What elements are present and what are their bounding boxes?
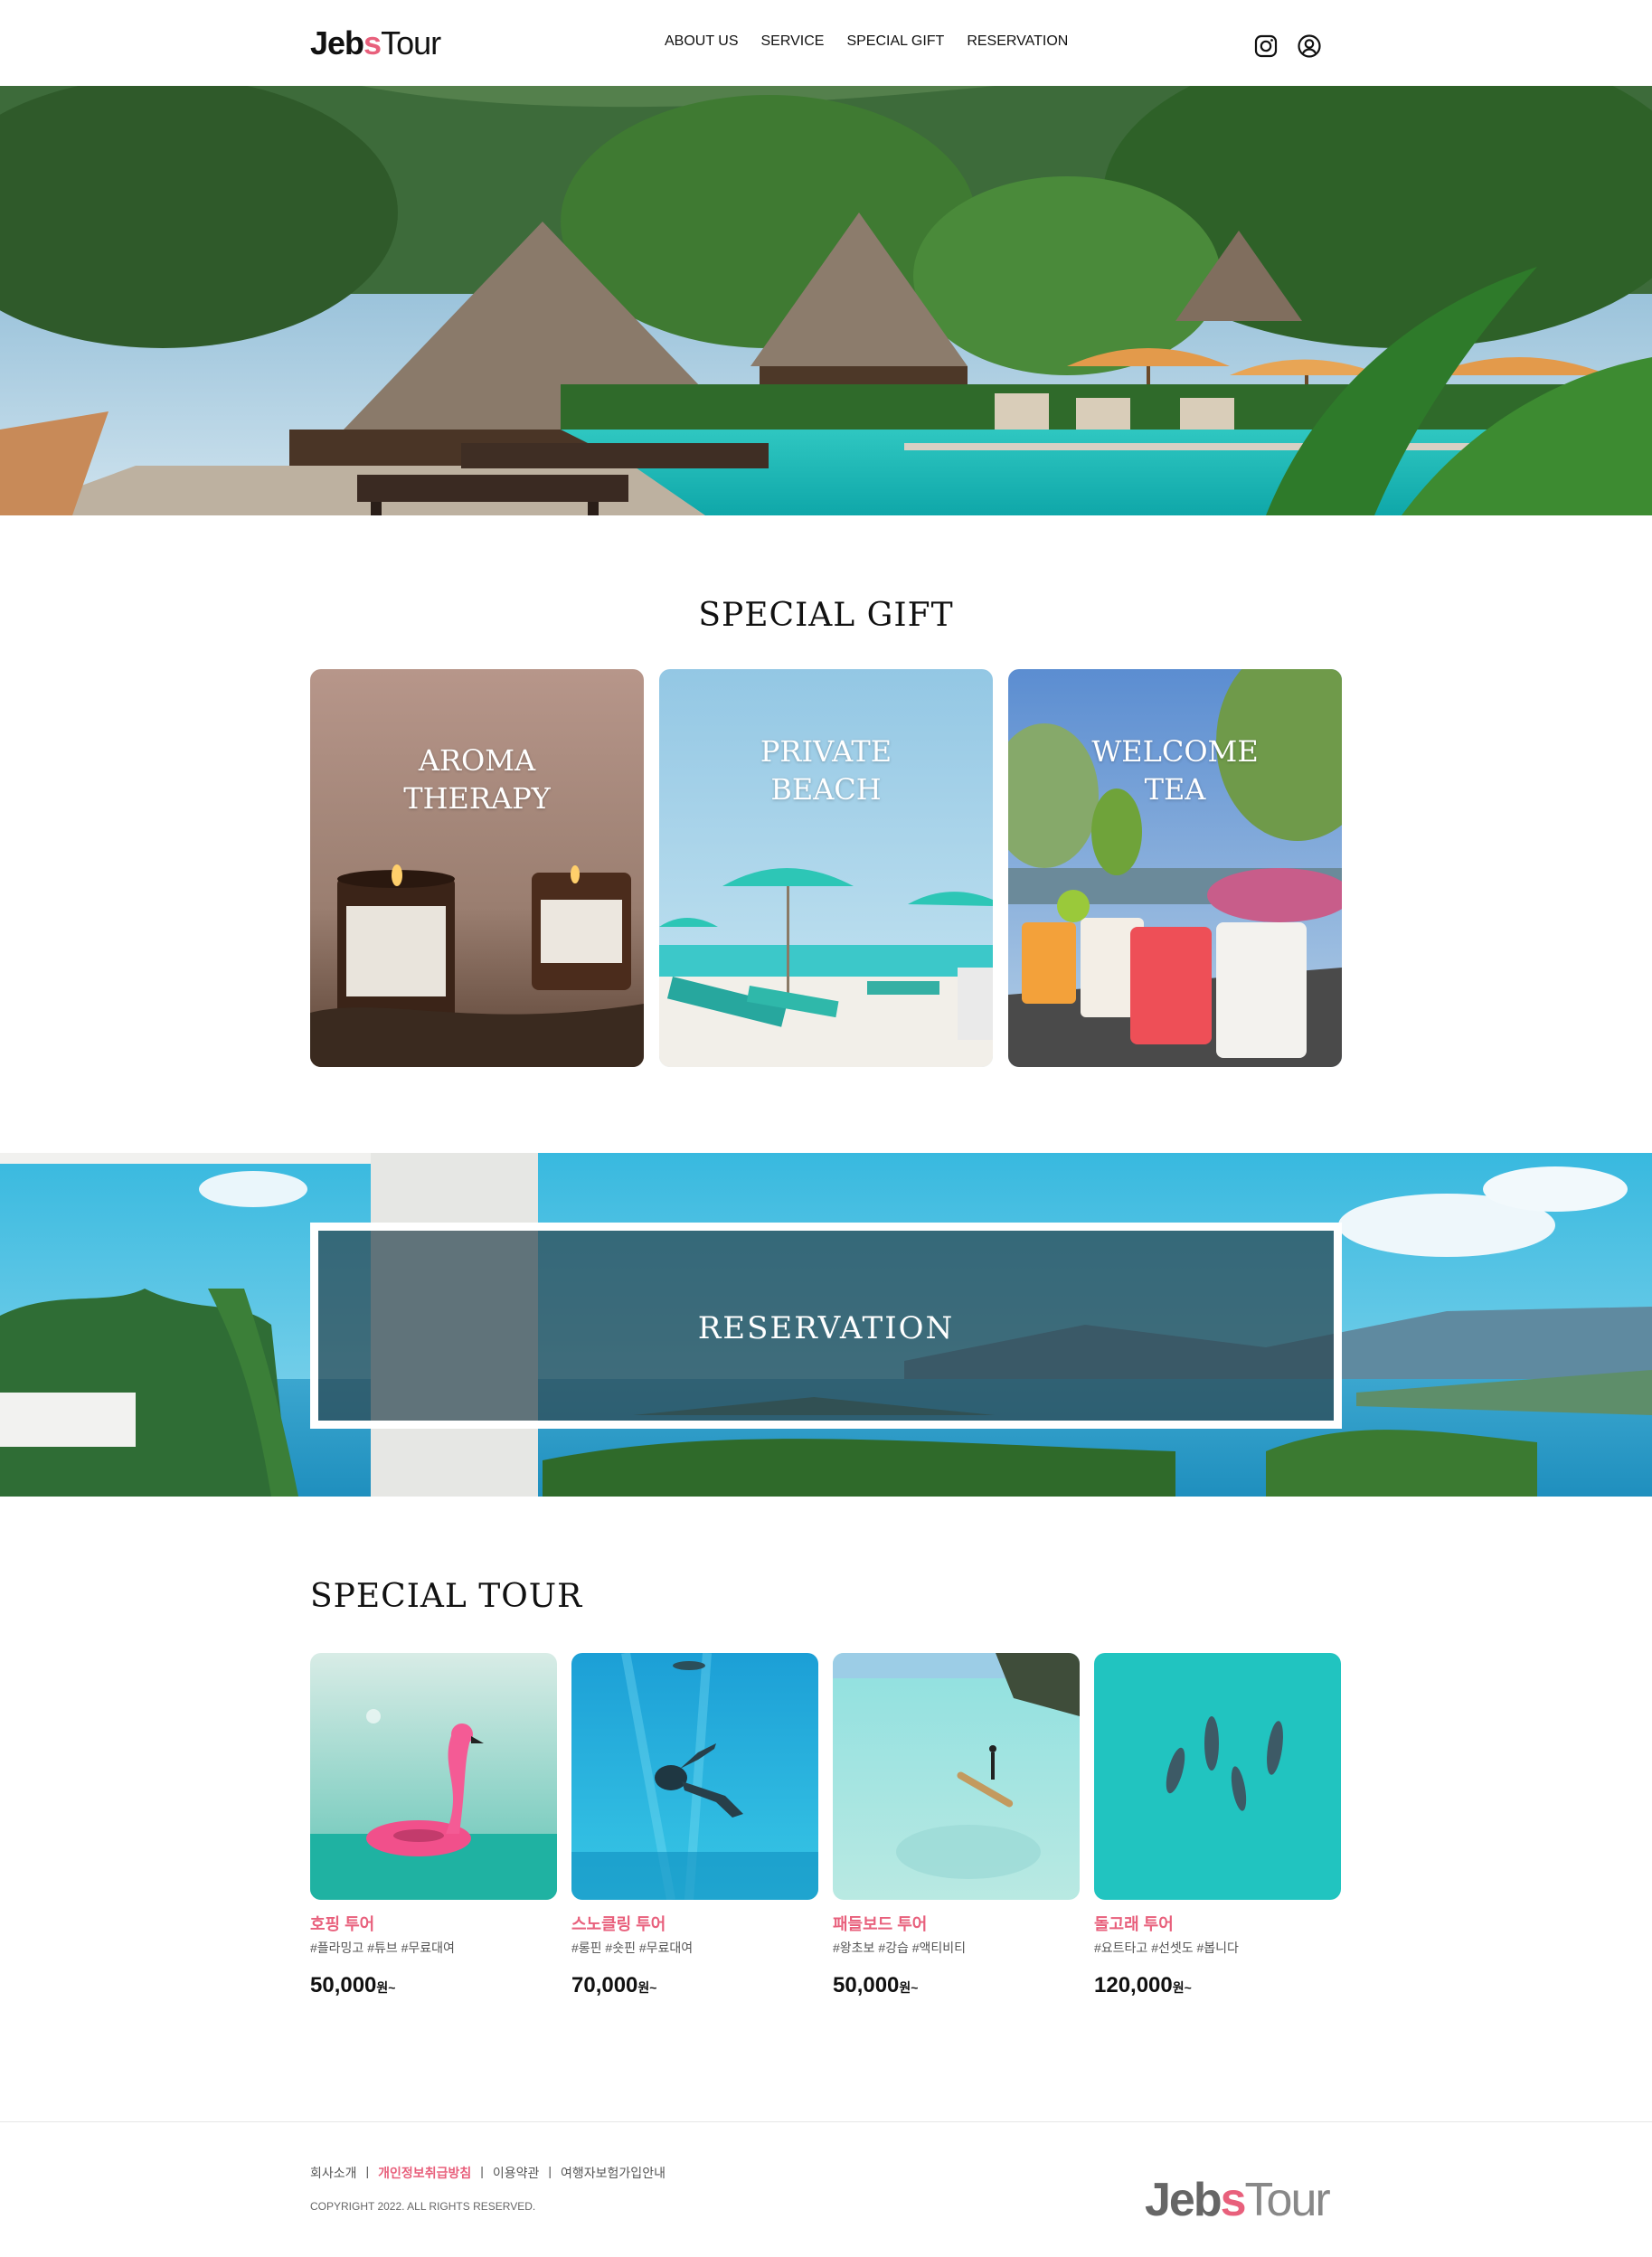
gift-card-private-beach[interactable]: PRIVATE BEACH — [659, 669, 993, 1067]
gift-card-title: PRIVATE BEACH — [760, 734, 892, 807]
tour-tags: #롱핀 #숏핀 #무료대여 — [571, 1941, 694, 1955]
gift-card-aroma-therapy[interactable]: AROMA THERAPY — [310, 669, 644, 1067]
footer-link-privacy[interactable]: 개인정보취급방침 — [378, 2164, 471, 2182]
special-tour-title: SPECIAL TOUR — [310, 1578, 583, 1615]
tour-price: 120,000원~ — [1094, 1973, 1192, 1997]
nav-service[interactable]: SERVICE — [761, 33, 825, 51]
tour-tags: #왕초보 #강습 #액티비티 — [833, 1941, 967, 1955]
tour-image-dolphin — [1094, 1653, 1341, 1900]
footer-separator: | — [548, 2164, 552, 2178]
tour-tags: #요트타고 #선셋도 #봅니다 — [1094, 1941, 1239, 1955]
footer-separator: | — [480, 2164, 484, 2178]
footer-links: 회사소개 | 개인정보취급방침 | 이용약관 | 여행자보험가입안내 — [310, 2164, 666, 2182]
tour-price: 70,000원~ — [571, 1973, 657, 1997]
user-icon[interactable] — [1296, 33, 1323, 60]
footer-link-terms[interactable]: 이용약관 — [493, 2164, 540, 2182]
tour-card-dolphin[interactable]: 돌고래 투어 #요트타고 #선셋도 #봅니다 120,000원~ — [1094, 1653, 1341, 2001]
footer-logo: JebsTour — [1145, 2174, 1331, 2226]
hero-image — [0, 86, 1652, 515]
gift-card-welcome-tea[interactable]: WELCOME TEA — [1008, 669, 1342, 1067]
nav-reservation[interactable]: RESERVATION — [967, 33, 1068, 51]
tour-card-paddleboard[interactable]: 패들보드 투어 #왕초보 #강습 #액티비티 50,000원~ — [833, 1653, 1080, 2001]
instagram-icon[interactable] — [1252, 33, 1279, 60]
tour-tags: #플라밍고 #튜브 #무료대여 — [310, 1941, 455, 1955]
site-footer: 회사소개 | 개인정보취급방침 | 이용약관 | 여행자보험가입안내 COPYR… — [0, 2121, 1652, 2257]
footer-separator: | — [365, 2164, 370, 2178]
tour-price: 50,000원~ — [310, 1973, 396, 1997]
special-gift-title: SPECIAL GIFT — [698, 597, 954, 634]
tour-price: 50,000원~ — [833, 1973, 919, 1997]
tour-image-flamingo — [310, 1653, 557, 1900]
site-header: JebsTour ABOUT US SERVICE SPECIAL GIFT R… — [0, 0, 1652, 86]
tour-name: 스노클링 투어 — [571, 1915, 666, 1933]
header-icons — [1252, 33, 1323, 60]
footer-link-company[interactable]: 회사소개 — [310, 2164, 357, 2182]
tour-card-snorkeling[interactable]: 스노클링 투어 #롱핀 #숏핀 #무료대여 70,000원~ — [571, 1653, 818, 2001]
reservation-button[interactable]: RESERVATION — [310, 1223, 1342, 1429]
tour-name: 패들보드 투어 — [833, 1915, 928, 1933]
site-logo[interactable]: JebsTour — [310, 24, 441, 63]
footer-link-insurance[interactable]: 여행자보험가입안내 — [561, 2164, 666, 2182]
tour-name: 호핑 투어 — [310, 1915, 375, 1933]
nav-about-us[interactable]: ABOUT US — [665, 33, 739, 51]
tour-name: 돌고래 투어 — [1094, 1915, 1174, 1933]
gift-card-title: WELCOME TEA — [1091, 734, 1259, 807]
tour-image-snorkeling — [571, 1653, 818, 1900]
main-nav: ABOUT US SERVICE SPECIAL GIFT RESERVATIO… — [665, 33, 1068, 51]
nav-special-gift[interactable]: SPECIAL GIFT — [846, 33, 944, 51]
gift-card-title: AROMA THERAPY — [403, 743, 551, 816]
reservation-label: RESERVATION — [697, 1310, 955, 1346]
tour-card-hopping[interactable]: 호핑 투어 #플라밍고 #튜브 #무료대여 50,000원~ — [310, 1653, 557, 2001]
copyright: COPYRIGHT 2022. ALL RIGHTS RESERVED. — [310, 2200, 536, 2213]
tour-image-paddleboard — [833, 1653, 1080, 1900]
